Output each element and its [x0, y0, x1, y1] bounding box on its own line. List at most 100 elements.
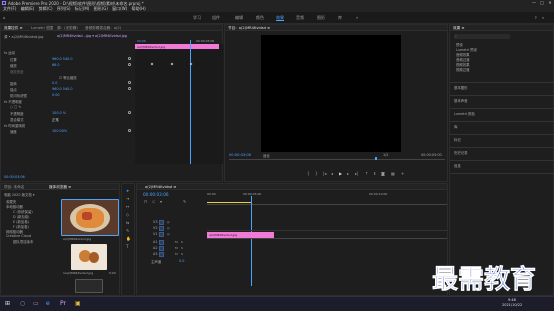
- track-target-toggle[interactable]: [159, 240, 164, 245]
- track-target-toggle[interactable]: [159, 252, 164, 257]
- tab-project[interactable]: 项目: 未命名: [4, 185, 24, 190]
- quality-dropdown[interactable]: 1/2: [383, 153, 388, 158]
- media-thumbnail[interactable]: [75, 279, 103, 293]
- tree-team-projects[interactable]: 团队项目版本: [13, 239, 33, 244]
- keyframe-diamond[interactable]: [189, 62, 193, 66]
- panel-info[interactable]: 信息: [454, 163, 461, 168]
- panel-markers[interactable]: 标记: [454, 137, 461, 142]
- workspace-editing[interactable]: 编辑: [235, 15, 243, 21]
- explorer-icon[interactable]: ▣: [75, 300, 81, 307]
- selection-tool-icon[interactable]: ➤: [126, 188, 129, 193]
- hand-tool-icon[interactable]: ✋: [126, 236, 131, 241]
- ec-mask-tools[interactable]: ○ □ ✎: [10, 105, 21, 110]
- comparison-icon[interactable]: ▦: [391, 171, 395, 176]
- taskbar-date[interactable]: 2021/10/22: [502, 303, 522, 307]
- ec-row-opacity[interactable]: 不透明度 100.0 %: [10, 111, 66, 116]
- home-icon[interactable]: ⌂: [3, 15, 6, 20]
- effects-search-input[interactable]: ⌕: [454, 34, 510, 39]
- work-area-bar[interactable]: [207, 202, 252, 204]
- reset-icon[interactable]: [128, 111, 131, 114]
- tab-program[interactable]: 节目：a(2)MR4Kvidsd ≡: [228, 26, 270, 31]
- workspace-assembly[interactable]: 组件: [212, 15, 220, 21]
- mark-in-icon[interactable]: {: [307, 171, 310, 176]
- go-to-out-icon[interactable]: ▸|: [355, 171, 358, 176]
- quick-export-icon[interactable]: ⇪: [534, 15, 537, 20]
- reset-icon[interactable]: [128, 63, 131, 66]
- tab-effect-controls[interactable]: 效果控件 ≡: [4, 26, 23, 31]
- ec-row-position[interactable]: 位置 960.0 540.0: [10, 57, 73, 62]
- search-icon[interactable]: ⌕: [542, 15, 544, 20]
- tab-sequence[interactable]: a(2)MR4Kvidsd ≡: [145, 185, 176, 189]
- edge-browser-icon[interactable]: e: [46, 300, 50, 307]
- workspace-learn[interactable]: 学习: [193, 15, 201, 21]
- mute-icon[interactable]: M: [175, 252, 178, 256]
- reset-icon[interactable]: [128, 129, 131, 132]
- lift-icon[interactable]: ⇡: [365, 171, 368, 176]
- timeline-playhead[interactable]: [251, 196, 252, 286]
- go-to-in-icon[interactable]: |◂: [323, 171, 326, 176]
- workspace-libraries[interactable]: 库: [338, 15, 342, 21]
- ec-row-scale[interactable]: 缩放 66.0: [10, 63, 60, 68]
- slip-tool-icon[interactable]: ⇆: [126, 220, 129, 225]
- pen-tool-icon[interactable]: ✎: [126, 228, 129, 233]
- workspace-color[interactable]: 颜色: [256, 15, 264, 21]
- panel-history[interactable]: 历史记录: [454, 150, 468, 155]
- ec-row-speed[interactable]: 速度 100.00%: [10, 129, 67, 134]
- effects-item-video-transitions[interactable]: 视频过渡: [456, 67, 470, 72]
- ripple-edit-icon[interactable]: ↔: [126, 204, 129, 209]
- step-forward-icon[interactable]: ▸: [347, 171, 349, 176]
- lock-icon[interactable]: ◎: [167, 226, 170, 230]
- reset-icon[interactable]: [128, 57, 131, 60]
- ec-row-motion[interactable]: fx 运动: [4, 50, 15, 55]
- keyframe-diamond[interactable]: [170, 62, 174, 66]
- ec-row-rotation[interactable]: 旋转 0.0: [10, 81, 57, 86]
- program-scrub-bar[interactable]: [229, 159, 445, 160]
- lock-icon[interactable]: ◎: [167, 232, 170, 236]
- track-target-toggle[interactable]: [159, 220, 164, 225]
- ec-row-anchor[interactable]: 锚点 960.0 540.0: [10, 87, 73, 92]
- program-playhead[interactable]: [375, 157, 377, 160]
- program-timecode[interactable]: 00:00:03:06: [229, 153, 251, 158]
- ec-row-time-remap[interactable]: fx 时间重映射: [4, 123, 25, 128]
- timeline-timecode[interactable]: 00:00:03:06: [143, 192, 169, 197]
- taskbar-time[interactable]: 9:48: [508, 298, 516, 302]
- snap-icon[interactable]: ⊓: [144, 199, 147, 204]
- track-target-toggle[interactable]: [159, 232, 164, 237]
- play-icon[interactable]: ▶: [339, 171, 342, 176]
- ec-row-anti-flicker[interactable]: 防闪烁滤镜 0.00: [10, 93, 60, 98]
- panel-libraries[interactable]: 库: [454, 124, 457, 129]
- ec-row-opacity-group[interactable]: fx 不透明度: [4, 99, 22, 104]
- track-target-toggle[interactable]: [159, 226, 164, 231]
- razor-tool-icon[interactable]: ◇: [126, 212, 129, 217]
- fit-dropdown[interactable]: 适合: [263, 153, 270, 158]
- add-button-icon[interactable]: +: [401, 171, 404, 176]
- reset-icon[interactable]: [128, 87, 131, 90]
- mute-icon[interactable]: M: [175, 246, 178, 250]
- ec-row-blend-mode[interactable]: 混合模式 正常: [10, 117, 59, 122]
- panel-essential-graphics[interactable]: 基本图形: [454, 85, 468, 90]
- sequence-selector[interactable]: a(2)MR4Kvidsd…jpg ▾ a(2)MR4Kvidsd.jpg: [57, 34, 127, 39]
- lock-icon[interactable]: ◎: [167, 220, 170, 224]
- task-view-icon[interactable]: ▭: [33, 300, 39, 307]
- step-back-icon[interactable]: ◂: [331, 171, 333, 176]
- add-marker-icon[interactable]: ▾: [160, 199, 162, 204]
- wrench-icon[interactable]: ✎: [183, 199, 186, 204]
- tab-lumetri-scopes[interactable]: Lumetri 范围: [31, 26, 53, 31]
- solo-icon[interactable]: S: [181, 246, 183, 250]
- panel-essential-sound[interactable]: 基本声音: [454, 98, 468, 103]
- program-video-frame[interactable]: [261, 35, 401, 152]
- tab-effects[interactable]: 效果 ≡: [453, 26, 464, 31]
- track-target-toggle[interactable]: [159, 246, 164, 251]
- mark-out-icon[interactable]: }: [315, 171, 318, 176]
- tab-media-browser[interactable]: 媒体浏览器 ≡: [49, 185, 71, 190]
- premiere-taskbar-icon[interactable]: Pr: [60, 300, 66, 307]
- mute-icon[interactable]: M: [175, 240, 178, 244]
- solo-icon[interactable]: S: [181, 240, 183, 244]
- media-thumbnail[interactable]: [71, 244, 107, 270]
- linked-select-icon[interactable]: ⊂: [152, 199, 155, 204]
- workspace-graphics[interactable]: 图形: [317, 15, 325, 21]
- keyframe-diamond[interactable]: [150, 62, 154, 66]
- windows-start-icon[interactable]: ⊞: [5, 300, 10, 307]
- solo-icon[interactable]: S: [181, 252, 183, 256]
- media-thumbnail[interactable]: [61, 199, 119, 236]
